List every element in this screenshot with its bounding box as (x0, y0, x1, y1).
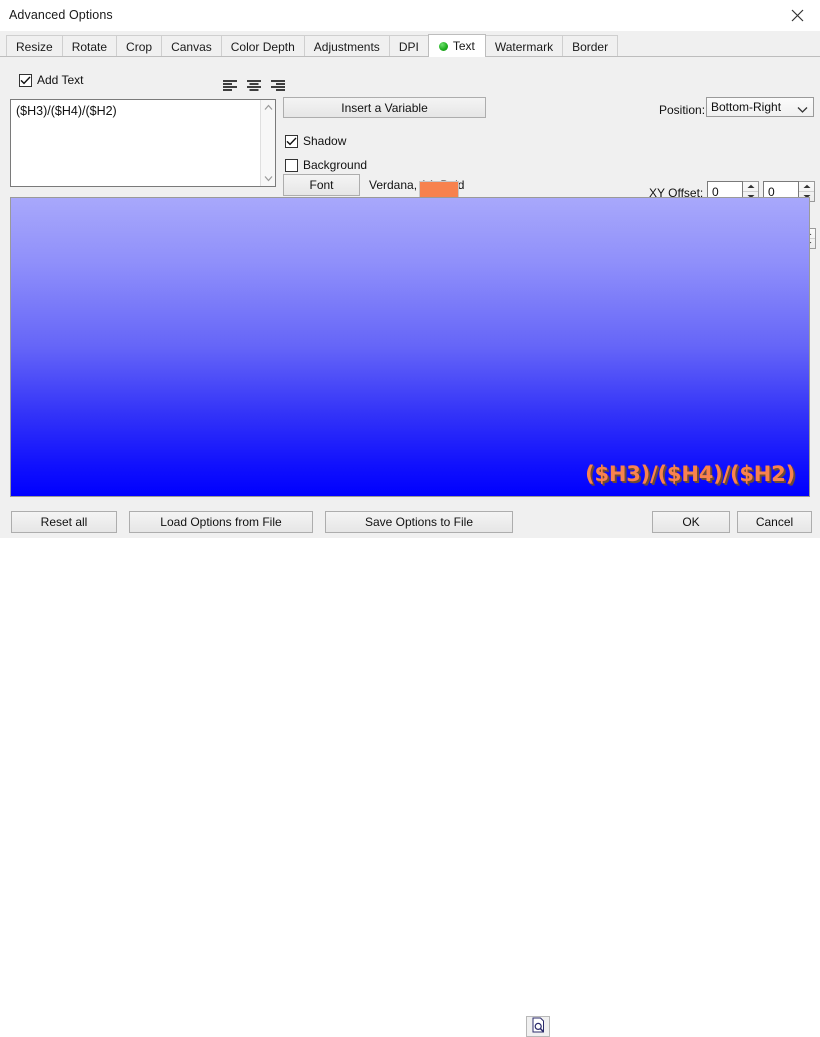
tab-rotate[interactable]: Rotate (62, 35, 117, 57)
tab-label: Text (453, 39, 475, 53)
tab-label: Rotate (72, 40, 107, 54)
insert-variable-button[interactable]: Insert a Variable (283, 97, 486, 118)
reset-all-button[interactable]: Reset all (11, 511, 117, 533)
tab-color-depth[interactable]: Color Depth (221, 35, 305, 57)
align-left-icon[interactable] (222, 79, 238, 93)
chevron-down-icon (797, 103, 808, 117)
tab-crop[interactable]: Crop (116, 35, 162, 57)
font-button-label: Font (309, 178, 333, 192)
tab-border[interactable]: Border (562, 35, 618, 57)
tab-label: Color Depth (231, 40, 295, 54)
background-checkbox-row[interactable]: Background (285, 158, 367, 172)
load-options-button[interactable]: Load Options from File (129, 511, 313, 533)
scroll-down-icon[interactable] (261, 171, 276, 186)
save-options-button[interactable]: Save Options to File (325, 511, 513, 533)
font-button[interactable]: Font (283, 174, 360, 196)
align-right-icon[interactable] (270, 79, 286, 93)
shadow-label: Shadow (303, 134, 346, 148)
text-area-scrollbar[interactable] (260, 100, 275, 186)
add-text-checkbox[interactable] (19, 74, 32, 87)
align-center-icon[interactable] (246, 79, 262, 93)
tab-resize[interactable]: Resize (6, 35, 63, 57)
scroll-up-icon[interactable] (261, 100, 276, 115)
shadow-checkbox[interactable] (285, 135, 298, 148)
spinner-up-icon[interactable] (743, 182, 758, 192)
checkmark-icon (20, 76, 31, 85)
tab-dpi[interactable]: DPI (389, 35, 429, 57)
position-select[interactable]: Bottom-Right (706, 97, 814, 117)
tab-label: Resize (16, 40, 53, 54)
tab-list: Resize Rotate Crop Canvas Color Depth Ad… (6, 35, 617, 57)
tab-label: Border (572, 40, 608, 54)
background-label: Background (303, 158, 367, 172)
shadow-checkbox-row[interactable]: Shadow (285, 134, 346, 148)
checkmark-icon (286, 137, 297, 146)
text-input-area[interactable]: ($H3)/($H4)/($H2) (10, 99, 276, 187)
tab-adjustments[interactable]: Adjustments (304, 35, 390, 57)
dialog-button-bar: Reset all Load Options from File Save Op… (0, 505, 820, 538)
tab-strip: Resize Rotate Crop Canvas Color Depth Ad… (0, 31, 820, 57)
text-input-value: ($H3)/($H4)/($H2) (16, 104, 117, 118)
text-alignment-group (222, 79, 286, 93)
ok-button[interactable]: OK (652, 511, 730, 533)
tab-label: DPI (399, 40, 419, 54)
add-text-checkbox-row[interactable]: Add Text (19, 73, 83, 87)
preview-button[interactable] (526, 1016, 550, 1037)
tab-label: Adjustments (314, 40, 380, 54)
spinner-up-icon[interactable] (799, 182, 814, 192)
tab-canvas[interactable]: Canvas (161, 35, 222, 57)
title-bar: Advanced Options (0, 0, 820, 32)
position-label: Position: (659, 103, 705, 117)
tab-label: Crop (126, 40, 152, 54)
close-icon (791, 9, 804, 22)
load-options-label: Load Options from File (160, 515, 281, 529)
add-text-label: Add Text (37, 73, 83, 87)
reset-all-label: Reset all (41, 515, 88, 529)
tab-watermark[interactable]: Watermark (485, 35, 563, 57)
text-tab-panel: Add Text ($H3)/($ (0, 56, 820, 505)
insert-variable-label: Insert a Variable (341, 101, 428, 115)
ok-label: OK (682, 515, 699, 529)
save-options-label: Save Options to File (365, 515, 473, 529)
tab-label: Watermark (495, 40, 553, 54)
document-magnifier-icon (531, 1017, 546, 1036)
image-preview[interactable]: ($H3)/($H4)/($H2) (10, 197, 810, 497)
preview-overlay-text: ($H3)/($H4)/($H2) (585, 462, 795, 486)
background-checkbox[interactable] (285, 159, 298, 172)
window-title: Advanced Options (9, 8, 113, 22)
active-tab-indicator-icon (439, 42, 448, 51)
close-button[interactable] (774, 0, 820, 30)
tab-text[interactable]: Text (428, 34, 486, 57)
cancel-label: Cancel (756, 515, 793, 529)
position-value: Bottom-Right (711, 100, 781, 114)
cancel-button[interactable]: Cancel (737, 511, 812, 533)
tab-label: Canvas (171, 40, 212, 54)
